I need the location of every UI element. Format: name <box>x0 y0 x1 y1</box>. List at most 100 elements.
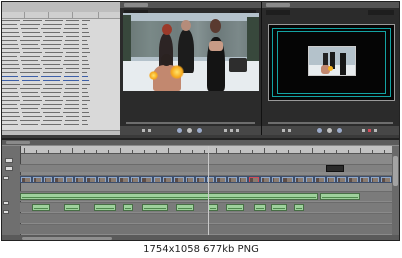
video-clip[interactable] <box>118 176 130 183</box>
video-clip[interactable] <box>238 176 248 183</box>
browser-row[interactable] <box>2 123 120 126</box>
video-clip[interactable] <box>347 176 359 183</box>
browser-row[interactable] <box>2 79 120 82</box>
browser-row[interactable] <box>2 87 120 90</box>
browser-row[interactable] <box>2 115 120 118</box>
track-visibility-button[interactable] <box>5 166 13 171</box>
loop-icon[interactable] <box>236 129 239 132</box>
audio-clip[interactable] <box>176 204 194 211</box>
video-clip[interactable] <box>185 176 195 183</box>
viewer-scrubber[interactable] <box>126 122 255 124</box>
video-clip[interactable] <box>227 176 238 183</box>
audio-clip[interactable] <box>254 204 266 211</box>
browser-row[interactable] <box>2 63 120 66</box>
column-divider[interactable] <box>24 12 25 18</box>
play-icon[interactable] <box>186 127 193 134</box>
browser-row[interactable] <box>2 47 120 50</box>
browser-row[interactable] <box>2 35 120 38</box>
browser-row[interactable] <box>2 59 120 62</box>
browser-row[interactable] <box>2 91 120 94</box>
audio-track-4[interactable] <box>20 224 392 234</box>
record-icon[interactable] <box>368 129 371 132</box>
canvas-timecode-field[interactable] <box>266 10 290 15</box>
audio-clip[interactable] <box>20 193 318 200</box>
canvas-tab[interactable] <box>266 3 290 7</box>
browser-row[interactable] <box>2 51 120 54</box>
canvas-scrubber[interactable] <box>268 122 393 124</box>
audio-track-3[interactable] <box>20 213 392 223</box>
play-icon[interactable] <box>326 127 333 134</box>
browser-row[interactable] <box>2 83 120 86</box>
audio-track-1[interactable] <box>20 191 392 201</box>
column-divider[interactable] <box>72 12 73 18</box>
video-clip[interactable] <box>107 176 118 183</box>
step-back-icon[interactable] <box>282 129 285 132</box>
mark-in-icon[interactable] <box>224 129 227 132</box>
step-forward-icon[interactable] <box>148 129 151 132</box>
video-clip[interactable] <box>248 176 260 183</box>
audio-track-target-button[interactable] <box>3 201 9 205</box>
browser-row[interactable] <box>2 19 120 22</box>
video-clip[interactable] <box>65 176 74 183</box>
video-clip[interactable] <box>195 176 206 183</box>
viewer-shuttle-control[interactable] <box>196 127 203 134</box>
audio-track-2[interactable] <box>20 202 392 212</box>
audio-clip[interactable] <box>294 204 304 211</box>
audio-clip[interactable] <box>320 193 360 200</box>
step-forward-icon[interactable] <box>288 129 291 132</box>
video-clip[interactable] <box>162 176 173 183</box>
video-clip[interactable] <box>43 176 53 183</box>
video-clip[interactable] <box>85 176 97 183</box>
zoom-slider[interactable] <box>22 237 112 240</box>
timeline-vertical-scrollbar[interactable] <box>392 146 399 235</box>
audio-clip[interactable] <box>226 204 244 211</box>
video-clip[interactable] <box>281 176 294 183</box>
browser-item-list[interactable] <box>2 19 120 129</box>
timeline-ruler[interactable] <box>20 146 392 154</box>
video-clip[interactable] <box>153 176 162 183</box>
video-clip[interactable] <box>173 176 185 183</box>
audio-clip[interactable] <box>32 204 50 211</box>
video-clip[interactable] <box>314 176 326 183</box>
video-clip[interactable] <box>359 176 370 183</box>
video-clip[interactable] <box>130 176 140 183</box>
track-target-button[interactable] <box>3 176 9 180</box>
browser-row[interactable] <box>2 119 120 122</box>
mark-out-icon[interactable] <box>230 129 233 132</box>
scrollbar-thumb[interactable] <box>393 156 398 186</box>
video-clip[interactable] <box>271 176 281 183</box>
browser-row[interactable] <box>2 75 120 78</box>
video-clip[interactable] <box>326 176 336 183</box>
column-divider[interactable] <box>48 12 49 18</box>
video-clip[interactable] <box>20 176 32 183</box>
browser-row[interactable] <box>2 107 120 110</box>
video-clip[interactable] <box>140 176 153 183</box>
audio-clip[interactable] <box>123 204 133 211</box>
video-clip[interactable] <box>326 165 344 172</box>
viewer-jog-control[interactable] <box>176 127 183 134</box>
browser-row[interactable] <box>2 31 120 34</box>
step-back-icon[interactable] <box>142 129 145 132</box>
browser-row[interactable] <box>2 43 120 46</box>
browser-row[interactable] <box>2 103 120 106</box>
video-clip[interactable] <box>32 176 43 183</box>
browser-row[interactable] <box>2 99 120 102</box>
video-clip[interactable] <box>380 176 392 183</box>
video-clip[interactable] <box>215 176 227 183</box>
browser-column-headers[interactable] <box>2 12 120 19</box>
canvas-jog-control[interactable] <box>316 127 323 134</box>
loop-icon[interactable] <box>374 129 377 132</box>
video-clip[interactable] <box>336 176 347 183</box>
video-clip[interactable] <box>294 176 305 183</box>
track-lock-button[interactable] <box>5 158 13 163</box>
canvas-shuttle-control[interactable] <box>336 127 343 134</box>
video-track-1[interactable] <box>20 175 392 183</box>
playhead[interactable] <box>208 146 209 240</box>
audio-clip[interactable] <box>64 204 80 211</box>
browser-row[interactable] <box>2 55 120 58</box>
canvas-zoom-field[interactable] <box>368 10 394 15</box>
video-clip[interactable] <box>53 176 65 183</box>
video-clip[interactable] <box>260 176 271 183</box>
audio-clip[interactable] <box>142 204 168 211</box>
browser-row[interactable] <box>2 67 120 70</box>
